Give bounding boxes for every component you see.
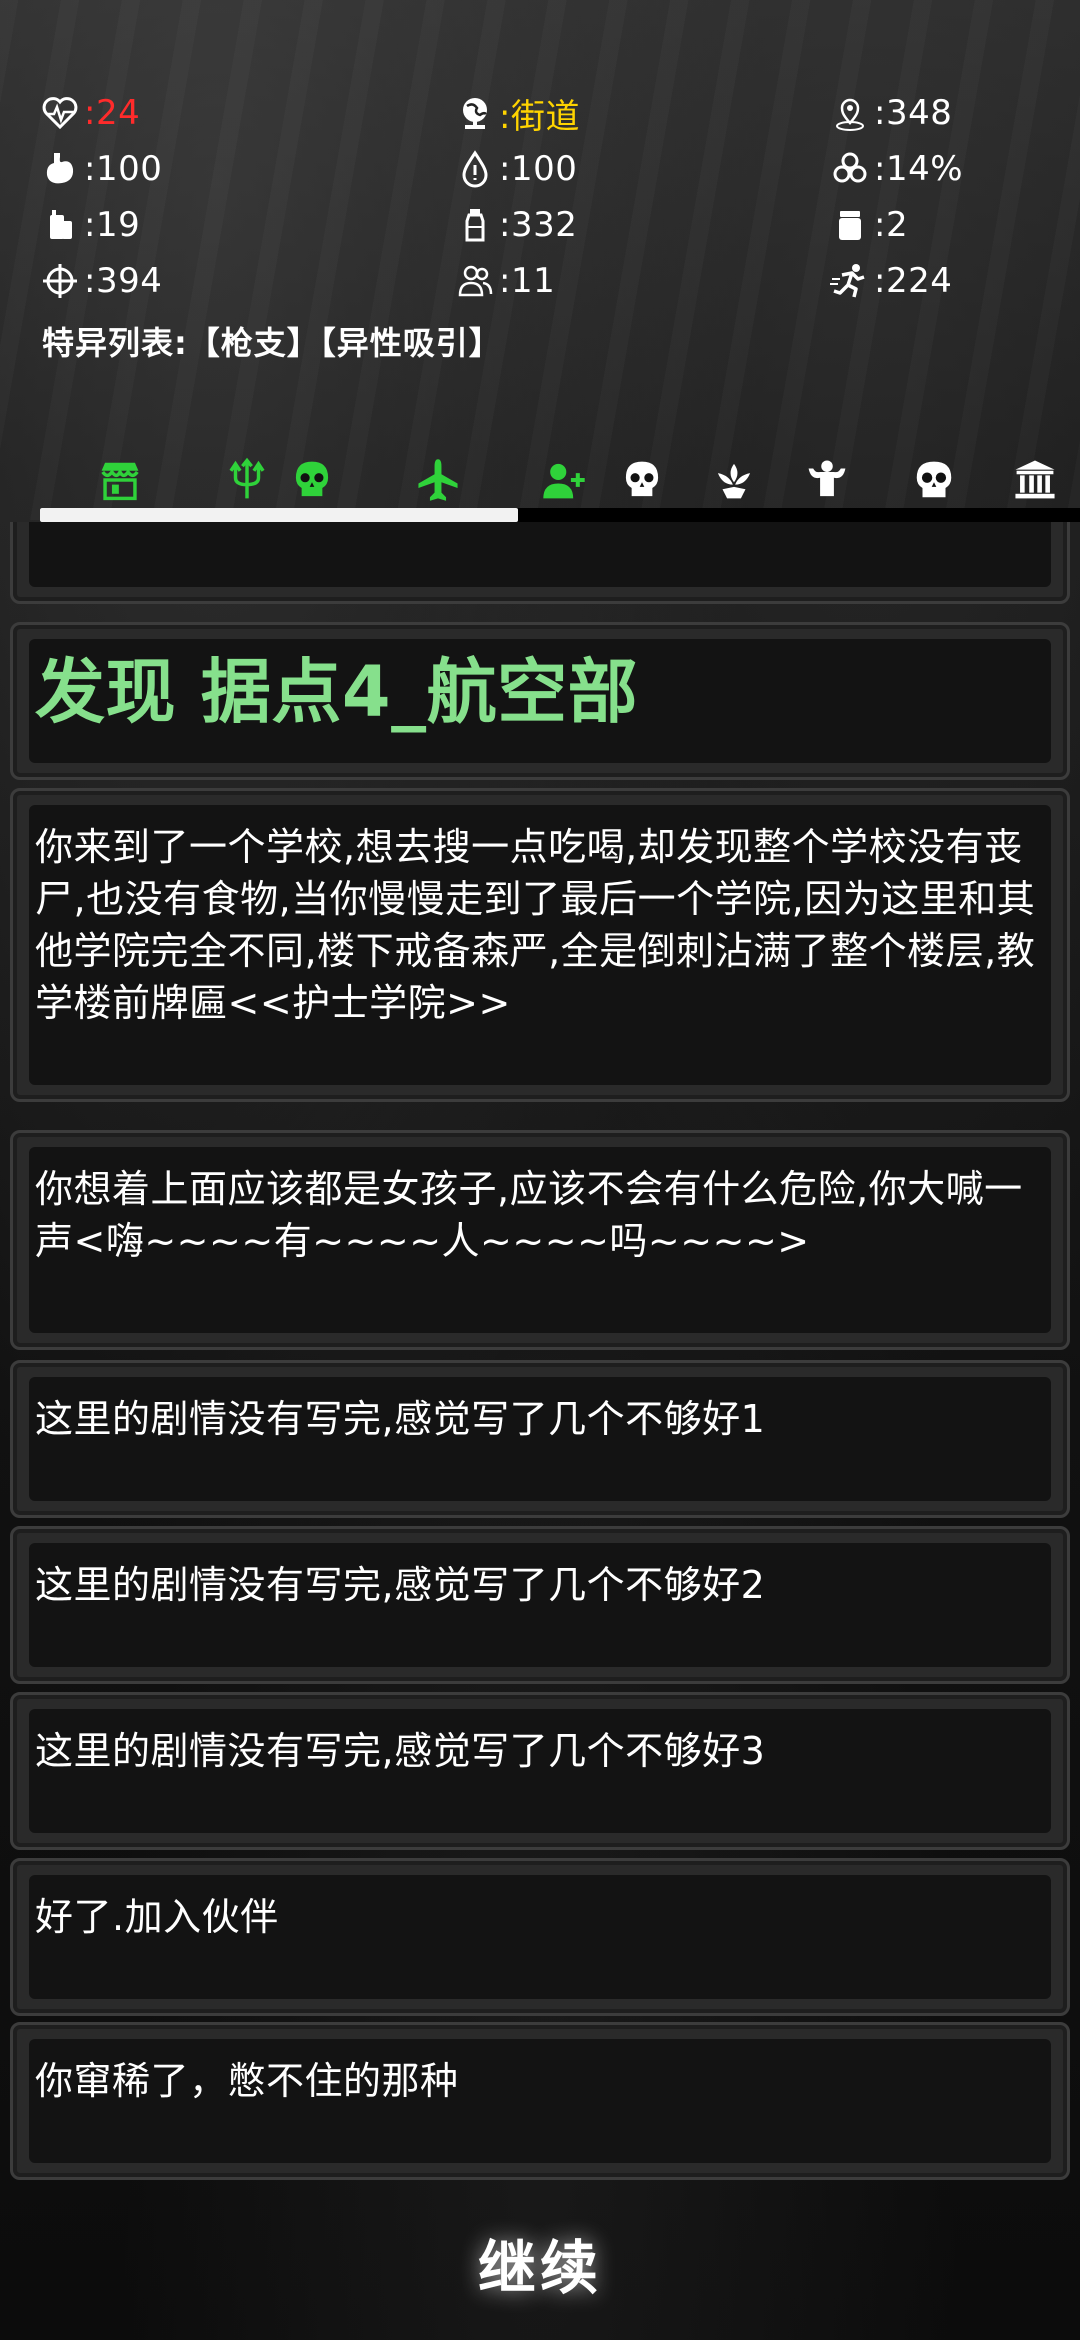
continue-button[interactable]: 继续 [390,2218,690,2308]
message-log[interactable]: 发现 据点4_航空部 你来到了一个学校,想去搜一点吃喝,却发现整个学校没有丧尸,… [0,522,1080,2180]
stat-thirst-value: :100 [499,149,578,189]
stat-hp-value: :24 [84,93,141,133]
scene-progress-fill [40,508,519,522]
users-icon [453,259,497,303]
stomach-icon [38,147,82,191]
log-card-partial [10,522,1070,604]
heartbeat-icon [38,91,82,135]
log-text: 好了.加入伙伴 [35,1895,279,1939]
log-card: 你来到了一个学校,想去搜一点吃喝,却发现整个学校没有丧尸,也没有食物,当你慢慢走… [10,788,1070,1102]
water-drop-icon [453,147,497,191]
stat-water: :332 [453,200,577,250]
stat-infection-value: :14% [874,149,964,189]
skull-icon[interactable] [288,450,336,510]
stat-agility: :224 [828,256,952,306]
stat-accuracy-value: :394 [84,261,163,301]
stat-accuracy: :394 [38,256,162,306]
bottle-icon [453,203,497,247]
skull-icon[interactable] [905,450,963,510]
stat-location: :街道 [453,88,580,138]
airplane-icon[interactable] [410,450,466,510]
skull-icon[interactable] [618,450,666,510]
biohazard-icon [828,147,872,191]
stat-medicine: :2 [828,200,908,250]
stat-companions: :11 [453,256,555,306]
trident-icon[interactable] [222,450,272,510]
globe-icon [453,91,497,135]
log-headline: 发现 据点4_航空部 [35,651,639,733]
stat-distance: :348 [828,88,952,138]
log-text: 你想着上面应该都是女孩子,应该不会有什么危险,你大喊一声<嗨~~~~有~~~~人… [35,1167,1023,1263]
stat-agility-value: :224 [874,261,953,301]
stat-hunger: :100 [38,144,162,194]
log-card: 这里的剧情没有写完,感觉写了几个不够好2 [10,1526,1070,1684]
log-text: 这里的剧情没有写完,感觉写了几个不够好3 [35,1729,766,1773]
stat-distance-value: :348 [874,93,953,133]
medicine-jar-icon [828,203,872,247]
log-card: 这里的剧情没有写完,感觉写了几个不够好1 [10,1360,1070,1518]
stat-thirst: :100 [453,144,577,194]
add-user-icon[interactable] [540,450,588,510]
bank-icon[interactable] [1004,450,1066,510]
scene-nav [0,450,1080,510]
log-text: 这里的剧情没有写完,感觉写了几个不够好1 [35,1397,766,1441]
stat-companions-value: :11 [499,261,556,301]
log-card: 发现 据点4_航空部 [10,622,1070,780]
running-man-icon [828,259,872,303]
stat-food-value: :19 [84,205,141,245]
stat-infection: :14% [828,144,963,194]
stat-water-value: :332 [499,205,578,245]
log-card: 好了.加入伙伴 [10,1858,1070,2016]
map-pin-icon [828,91,872,135]
log-text: 你来到了一个学校,想去搜一点吃喝,却发现整个学校没有丧尸,也没有食物,当你慢慢走… [35,825,1036,1025]
log-text: 你窜稀了，憋不住的那种 [35,2059,459,2103]
log-text: 这里的剧情没有写完,感觉写了几个不够好2 [35,1563,766,1607]
lotus-icon[interactable] [710,450,758,510]
log-card: 你窜稀了，憋不住的那种 [10,2022,1070,2180]
stat-location-value: :街道 [499,96,580,137]
stat-hunger-value: :100 [84,149,163,189]
log-card: 你想着上面应该都是女孩子,应该不会有什么危险,你大喊一声<嗨~~~~有~~~~人… [10,1130,1070,1350]
stat-medicine-value: :2 [874,205,909,245]
log-card: 这里的剧情没有写完,感觉写了几个不够好3 [10,1692,1070,1850]
canned-food-icon [38,203,82,247]
scene-progress-track [40,508,1080,522]
stat-food: :19 [38,200,140,250]
traits-list: 特异列表:【枪支】【异性吸引】 [42,324,502,362]
crosshair-icon [38,259,82,303]
muscle-icon[interactable] [798,450,856,510]
stat-hp: :24 [38,88,140,138]
shop-icon[interactable] [95,450,145,510]
